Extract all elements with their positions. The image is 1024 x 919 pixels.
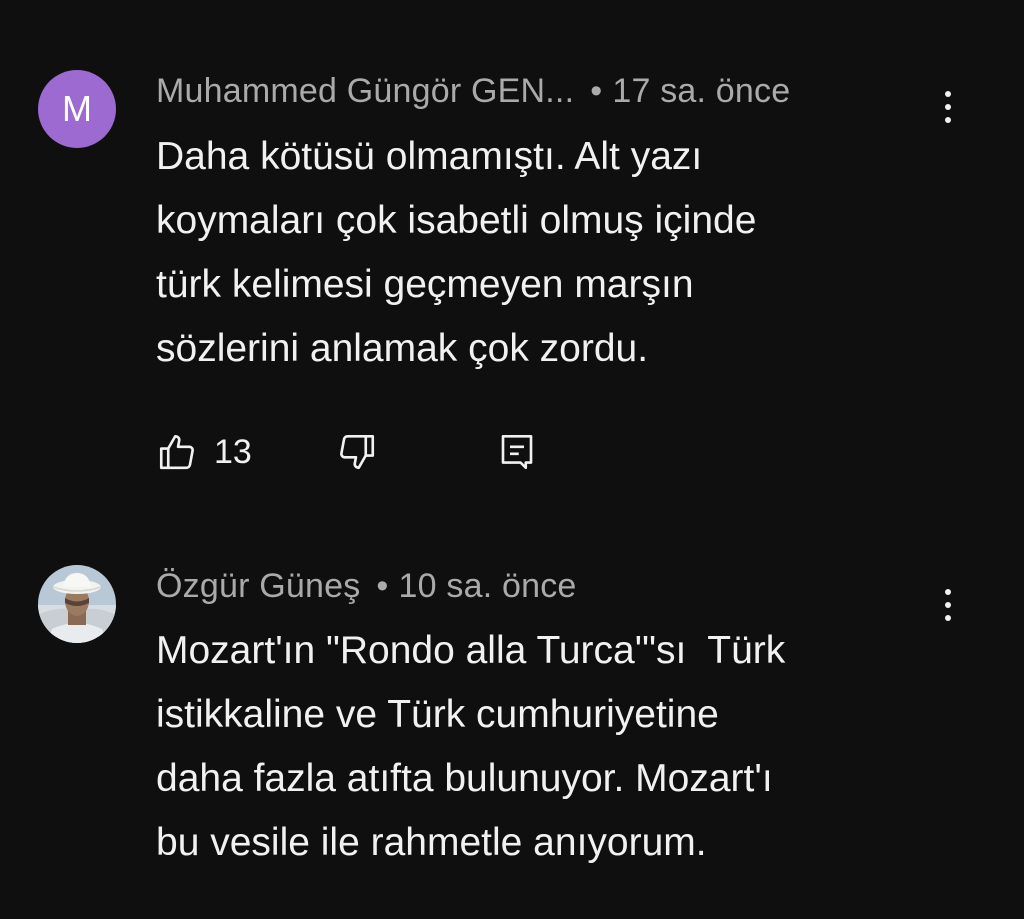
- comment-line: Daha kötüsü olmamıştı. Alt yazı: [156, 135, 703, 178]
- comment-line: istikkaline ve Türk cumhuriyetine: [156, 693, 719, 736]
- reply-icon: [501, 434, 533, 470]
- reply-button[interactable]: [496, 430, 538, 474]
- comment-time[interactable]: 17 sa. önce: [612, 72, 790, 110]
- comment-line: daha fazla atıfta bulunuyor. Mozart'ı: [156, 757, 773, 800]
- comment-line: türk kelimesi geçmeyen marşın: [156, 263, 694, 306]
- author-avatar[interactable]: [38, 565, 116, 643]
- comment-actions: 13: [156, 430, 576, 474]
- like-count: 13: [214, 432, 252, 471]
- comment-text: Mozart'ın "Rondo alla Turca'"sı Türk ist…: [156, 619, 936, 875]
- comment-line: sözlerini anlamak çok zordu.: [156, 327, 649, 370]
- avatar-letter: M: [62, 88, 92, 129]
- comment-line: bu vesile ile rahmetle anıyorum.: [156, 821, 707, 864]
- comment-meta: Muhammed Güngör GEN... • 17 sa. önce: [156, 72, 790, 111]
- dislike-button[interactable]: [336, 430, 378, 474]
- meta-separator: •: [590, 72, 603, 110]
- comment-line: Mozart'ın "Rondo alla Turca'"sı Türk: [156, 629, 786, 672]
- comment-meta: Özgür Güneş • 10 sa. önce: [156, 567, 577, 606]
- author-avatar[interactable]: M: [38, 70, 116, 148]
- avatar-photo: [38, 565, 116, 643]
- more-vert-icon: [945, 589, 951, 595]
- more-vert-icon: [945, 91, 951, 97]
- comment-line: koymaları çok isabetli olmuş içinde: [156, 199, 757, 242]
- author-name[interactable]: Özgür Güneş: [156, 567, 360, 605]
- comment-time[interactable]: 10 sa. önce: [399, 567, 577, 605]
- meta-separator: •: [376, 567, 389, 605]
- comment-text: Daha kötüsü olmamıştı. Alt yazı koymalar…: [156, 125, 936, 381]
- like-button[interactable]: 13: [156, 430, 252, 474]
- like-icon: [159, 434, 194, 470]
- dislike-icon: [340, 434, 375, 470]
- author-name[interactable]: Muhammed Güngör GEN...: [156, 72, 574, 110]
